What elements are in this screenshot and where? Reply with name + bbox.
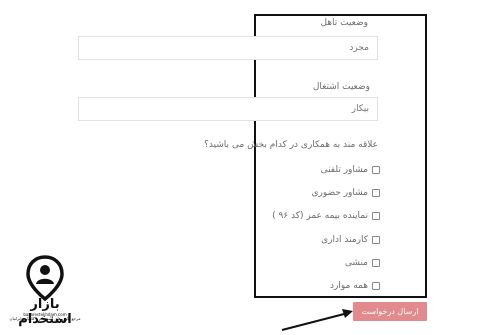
watermark-domain: bazarestekhdam.com xyxy=(23,312,67,317)
watermark-logo: بازار استخدام مرجع آگهی های استخدام و کا… xyxy=(5,255,85,333)
person-pin-icon xyxy=(26,255,64,302)
